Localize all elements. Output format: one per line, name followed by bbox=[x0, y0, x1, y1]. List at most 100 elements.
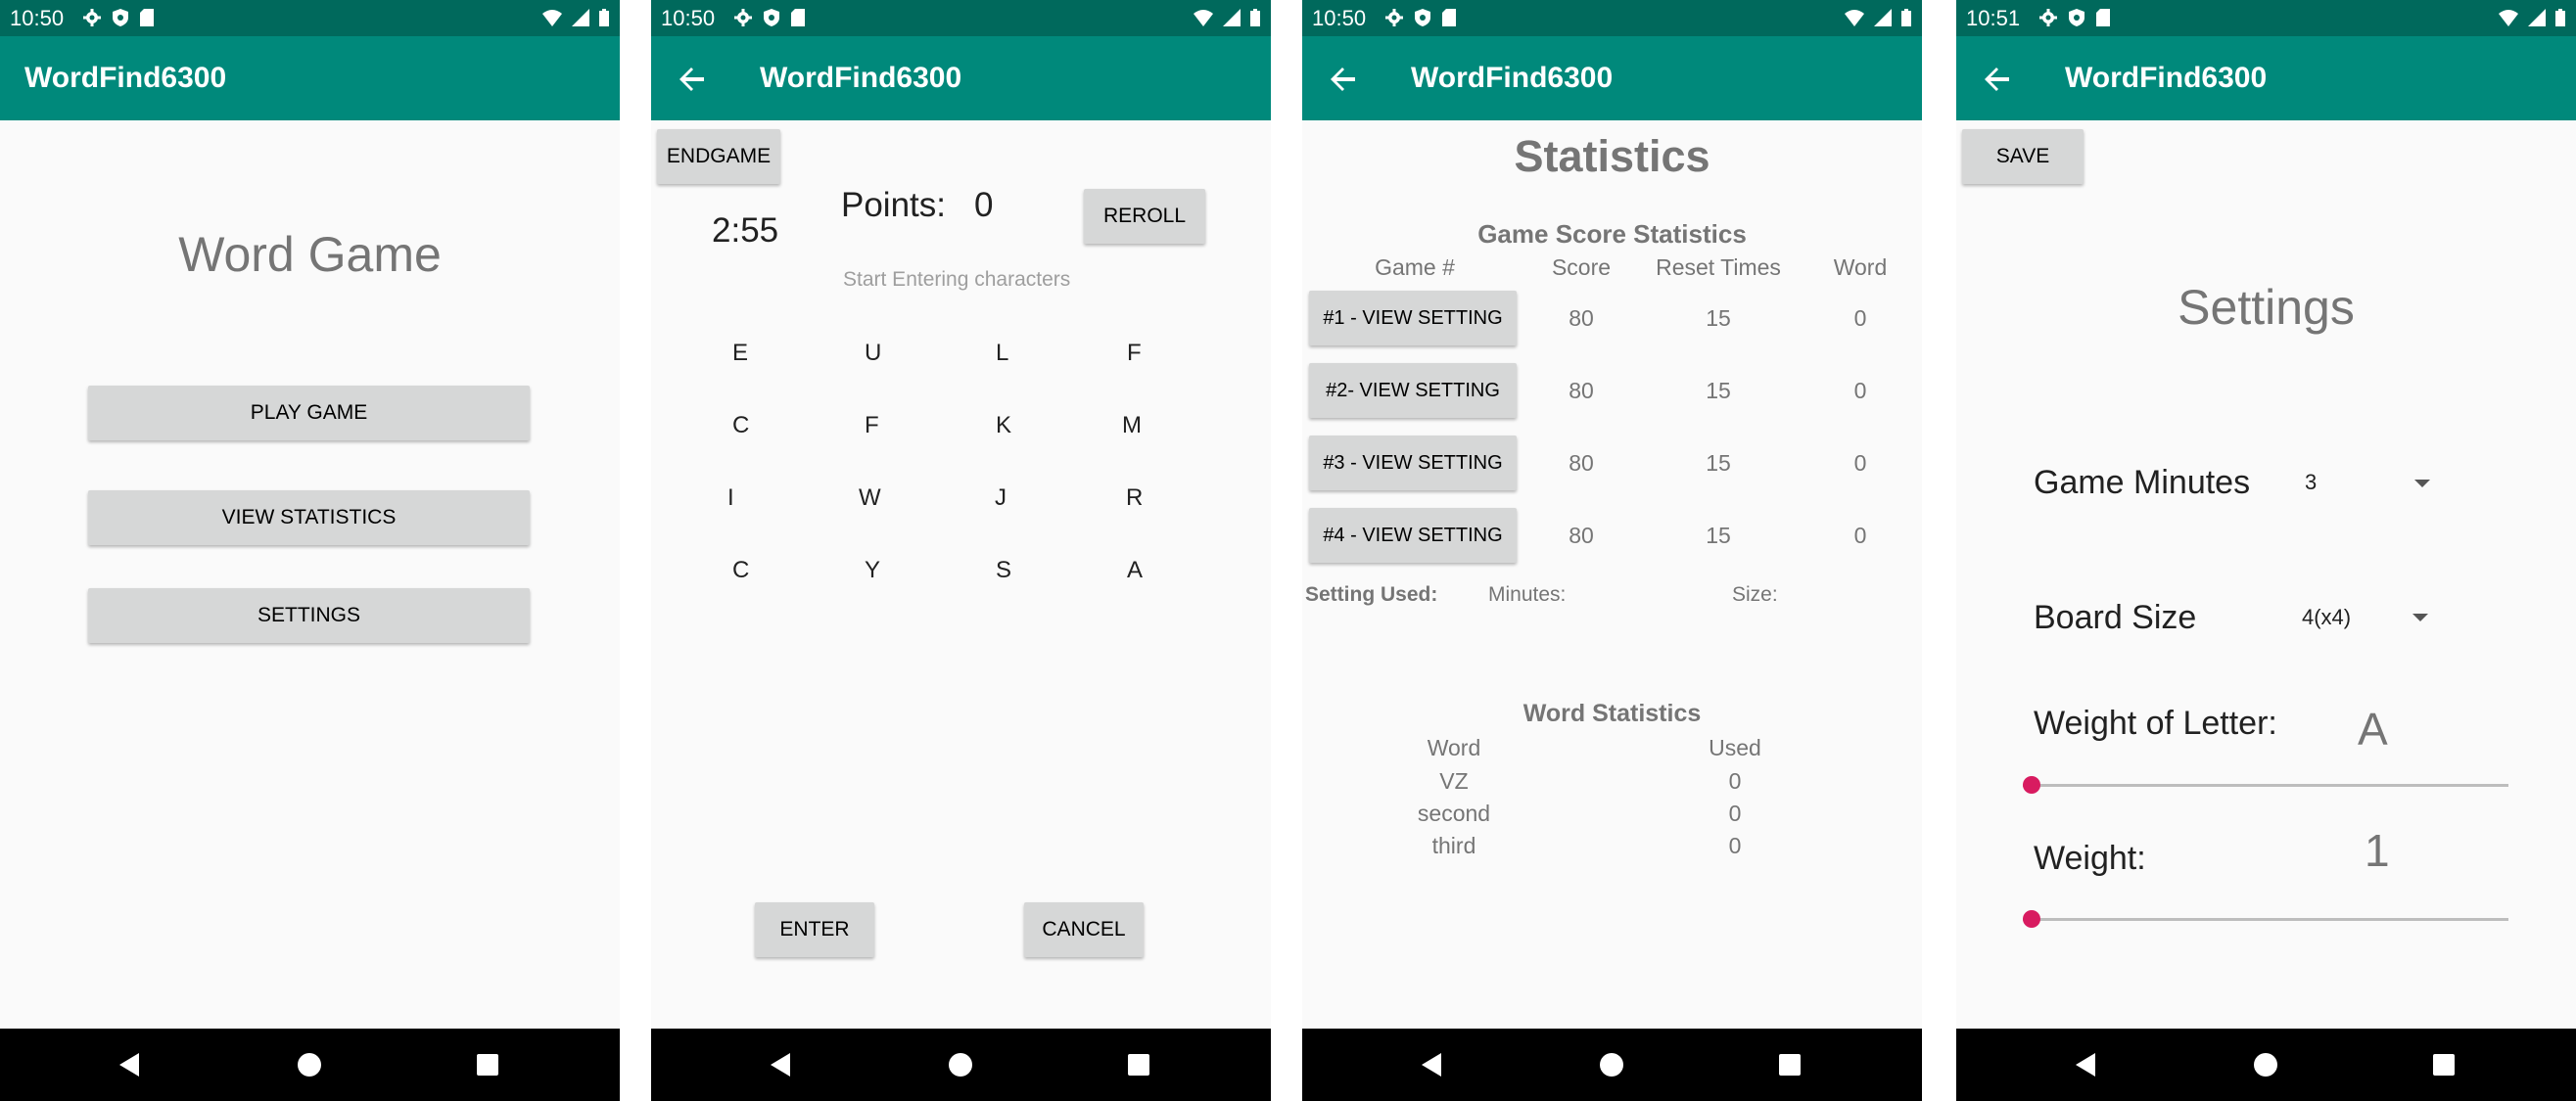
enter-button[interactable]: ENTER bbox=[755, 902, 874, 957]
reroll-button[interactable]: REROLL bbox=[1084, 189, 1205, 244]
recents-icon[interactable] bbox=[472, 1049, 503, 1080]
letter-tile[interactable]: S bbox=[996, 557, 1011, 584]
status-icons-left bbox=[2038, 8, 2111, 27]
home-icon[interactable] bbox=[1596, 1049, 1627, 1080]
back-icon[interactable] bbox=[765, 1049, 796, 1080]
view-setting-button[interactable]: #3 - VIEW SETTING bbox=[1309, 436, 1517, 490]
status-time: 10:50 bbox=[10, 6, 65, 30]
recents-icon[interactable] bbox=[1774, 1049, 1805, 1080]
signal-icon bbox=[572, 9, 589, 26]
status-bar: 10:50 bbox=[651, 0, 1271, 36]
section-title-game-scores: Game Score Statistics bbox=[1477, 219, 1747, 249]
page-title: Statistics bbox=[1514, 131, 1710, 181]
status-icons-right bbox=[1193, 8, 1261, 27]
play-game-button[interactable]: PLAY GAME bbox=[88, 386, 530, 440]
signal-icon bbox=[2528, 9, 2546, 26]
column-header: Score bbox=[1551, 254, 1612, 280]
statistics-screen: 10:50 WordFind6300 Statistics Game Score… bbox=[1302, 0, 1922, 1101]
status-time: 10:51 bbox=[1966, 6, 2021, 30]
status-icons-left bbox=[1384, 8, 1457, 27]
shield-icon bbox=[2069, 9, 2084, 26]
status-icons-right bbox=[2498, 8, 2566, 27]
signal-icon bbox=[1874, 9, 1892, 26]
battery-icon bbox=[2555, 9, 2565, 26]
view-statistics-button[interactable]: VIEW STATISTICS bbox=[88, 490, 530, 545]
letter-tile[interactable]: F bbox=[865, 412, 879, 439]
settings-screen: 10:51 WordFind6300 SAVE Settings Game Mi… bbox=[1956, 0, 2576, 1101]
home-icon[interactable] bbox=[2250, 1049, 2281, 1080]
back-arrow-icon[interactable] bbox=[1982, 64, 2013, 95]
shield-icon bbox=[113, 9, 128, 26]
back-arrow-icon[interactable] bbox=[1328, 64, 1359, 95]
chevron-down-icon bbox=[2414, 480, 2430, 487]
back-icon[interactable] bbox=[1416, 1049, 1447, 1080]
column-header: Reset Times bbox=[1656, 254, 1781, 280]
setting-used-label: Setting Used: bbox=[1305, 583, 1438, 606]
score-cell: 80 bbox=[1569, 378, 1594, 403]
cancel-button[interactable]: CANCEL bbox=[1024, 902, 1144, 957]
letter-tile[interactable]: I bbox=[727, 484, 734, 512]
app-title: WordFind6300 bbox=[2065, 62, 2268, 94]
slider-track bbox=[2023, 918, 2508, 921]
game-minutes-value: 3 bbox=[2305, 470, 2318, 494]
letter-tile[interactable]: E bbox=[732, 340, 748, 367]
letter-tile[interactable]: R bbox=[1126, 484, 1143, 512]
slider-thumb[interactable] bbox=[2023, 776, 2040, 794]
status-time: 10:50 bbox=[1312, 6, 1367, 30]
page-title: Settings bbox=[2178, 280, 2355, 335]
letter-tile[interactable]: C bbox=[732, 412, 749, 439]
wifi-icon bbox=[1845, 10, 1864, 26]
word-input[interactable]: Start Entering characters bbox=[843, 268, 1070, 292]
game-minutes-label: Game Minutes bbox=[2034, 464, 2251, 501]
letter-tile[interactable]: A bbox=[1127, 557, 1143, 584]
letter-tile[interactable]: K bbox=[996, 412, 1011, 439]
status-time: 10:50 bbox=[661, 6, 716, 30]
settings-button[interactable]: SETTINGS bbox=[88, 588, 530, 643]
letter-tile[interactable]: Y bbox=[865, 557, 880, 584]
points-value: 0 bbox=[974, 186, 994, 224]
weight-of-letter-value: A bbox=[2358, 704, 2388, 755]
view-setting-button[interactable]: #4 - VIEW SETTING bbox=[1309, 508, 1517, 563]
recents-icon[interactable] bbox=[2428, 1049, 2459, 1080]
size-label: Size: bbox=[1732, 583, 1778, 606]
word-cell: 0 bbox=[1853, 523, 1867, 548]
letter-tile[interactable]: J bbox=[995, 484, 1007, 512]
points-label: Points: bbox=[841, 186, 946, 224]
recents-icon[interactable] bbox=[1123, 1049, 1154, 1080]
save-button[interactable]: SAVE bbox=[1962, 129, 2084, 184]
letter-tile[interactable]: W bbox=[859, 484, 881, 512]
status-icons-left bbox=[733, 8, 806, 27]
used-cell: 0 bbox=[1728, 833, 1742, 858]
weight-label: Weight: bbox=[2034, 840, 2146, 877]
letter-tile[interactable]: F bbox=[1127, 340, 1142, 367]
column-header: Used bbox=[1709, 735, 1761, 760]
endgame-button[interactable]: ENDGAME bbox=[657, 129, 780, 184]
sd-card-icon bbox=[791, 9, 805, 26]
view-setting-button[interactable]: #1 - VIEW SETTING bbox=[1309, 291, 1517, 345]
home-icon[interactable] bbox=[945, 1049, 976, 1080]
back-icon[interactable] bbox=[114, 1049, 145, 1080]
back-arrow-icon[interactable] bbox=[677, 64, 708, 95]
timer: 2:55 bbox=[712, 211, 779, 250]
home-icon[interactable] bbox=[294, 1049, 325, 1080]
gear-icon bbox=[83, 9, 101, 26]
view-setting-button[interactable]: #2- VIEW SETTING bbox=[1309, 363, 1517, 418]
status-bar: 10:50 bbox=[1302, 0, 1922, 36]
score-cell: 80 bbox=[1569, 450, 1594, 476]
slider-thumb[interactable] bbox=[2023, 910, 2040, 928]
shield-icon bbox=[1415, 9, 1430, 26]
shield-icon bbox=[764, 9, 779, 26]
chevron-down-icon bbox=[2412, 614, 2428, 621]
resets-cell: 15 bbox=[1706, 523, 1731, 548]
app-title: WordFind6300 bbox=[24, 62, 227, 94]
section-title-word-stats: Word Statistics bbox=[1522, 700, 1702, 727]
slider-track bbox=[2023, 784, 2508, 787]
back-icon[interactable] bbox=[2070, 1049, 2101, 1080]
status-icons-right bbox=[541, 8, 610, 27]
letter-tile[interactable]: M bbox=[1122, 412, 1142, 439]
resets-cell: 15 bbox=[1706, 378, 1731, 403]
wifi-icon bbox=[2499, 10, 2518, 26]
letter-tile[interactable]: C bbox=[732, 557, 749, 584]
letter-tile[interactable]: L bbox=[996, 340, 1008, 367]
letter-tile[interactable]: U bbox=[865, 340, 881, 367]
